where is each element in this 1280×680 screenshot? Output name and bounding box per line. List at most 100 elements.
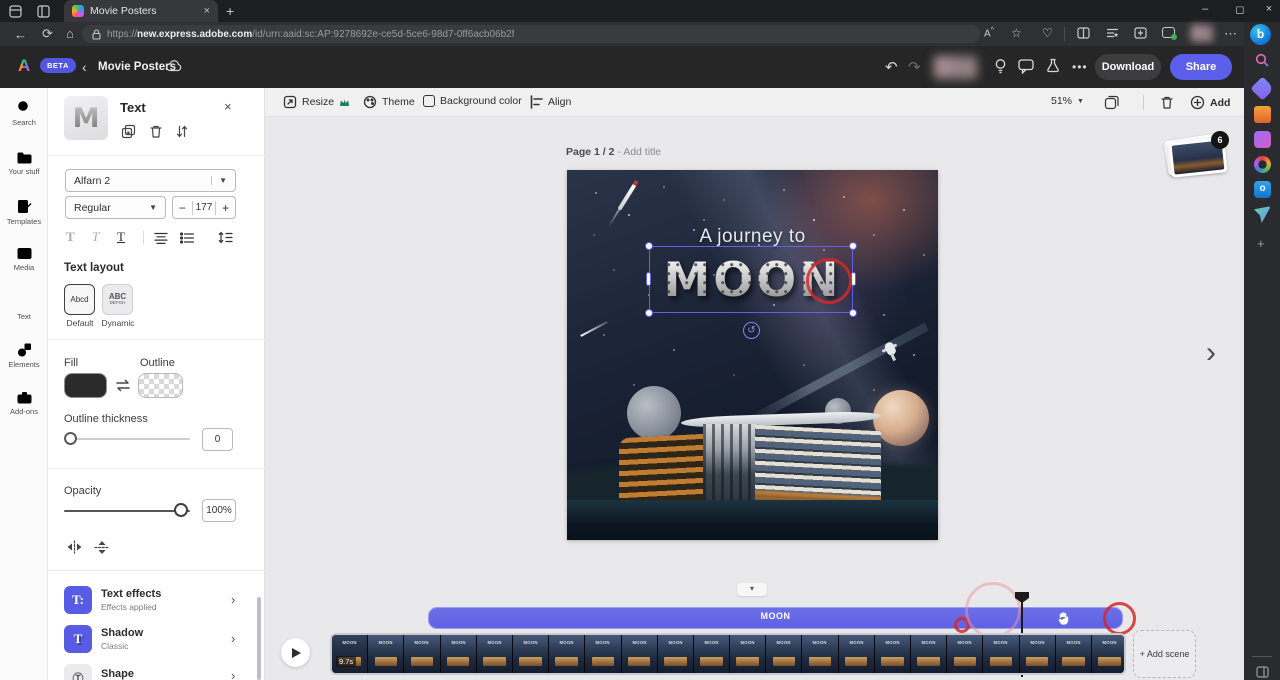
poster-subtitle-text[interactable]: A journey to [567,226,938,248]
shape-row[interactable]: Ⓣ Shape › [64,664,244,680]
filmstrip-frame[interactable]: MOON [513,635,548,673]
decrease-size-button[interactable]: − [173,201,193,215]
collapse-panel-button[interactable]: ▾ [737,583,767,596]
panel-scrollbar[interactable] [257,597,261,680]
rail-item-media[interactable]: Media [0,246,48,272]
tab-close-icon[interactable]: × [204,6,210,17]
shadow-row[interactable]: T Shadow Classic › [64,625,244,653]
next-page-chevron[interactable]: › [1206,336,1216,370]
filmstrip-frame[interactable]: MOON [839,635,874,673]
outline-swatch[interactable] [138,373,183,398]
url-bar[interactable]: https://new.express.adobe.com/id/urn:aai… [82,25,980,43]
duplicate-icon[interactable] [121,124,136,139]
tab-groups-icon[interactable] [1134,27,1147,39]
font-size-value[interactable]: 177 [193,202,216,213]
browser-tab[interactable]: Movie Posters × [64,0,218,22]
filmstrip-frame[interactable]: MOON [404,635,439,673]
layout-default-option[interactable]: Abcd [64,284,95,315]
flip-vertical-icon[interactable] [94,540,110,555]
filmstrip-frame[interactable]: MOON [1092,635,1126,673]
add-button[interactable]: Add [1190,95,1230,110]
bing-icon[interactable]: b [1250,24,1271,45]
outline-thickness-value[interactable]: 0 [202,428,233,451]
filmstrip-frame[interactable]: MOON [332,635,367,673]
filmstrip-frame[interactable]: MOON [549,635,584,673]
play-button[interactable] [281,638,310,667]
browser-menu-icon[interactable]: ⋯ [1224,27,1237,40]
arrange-icon[interactable] [175,124,189,139]
selection-handle-ne[interactable] [849,242,857,250]
italic-button[interactable]: T [92,229,99,245]
increase-size-button[interactable]: + [215,201,235,215]
zoom-control[interactable]: 51% ▼ [1051,95,1084,107]
panel-close-icon[interactable]: × [224,99,232,114]
express-profile-avatar[interactable] [934,56,977,79]
filmstrip-frame[interactable]: MOON [694,635,729,673]
selection-handle-nw[interactable] [645,242,653,250]
filmstrip-frame[interactable]: MOON [875,635,910,673]
back-chevron-icon[interactable]: ‹ [82,59,87,75]
outline-thickness-knob[interactable] [64,432,77,445]
split-screen-icon[interactable] [1077,27,1090,39]
filmstrip-frame[interactable]: MOON [585,635,620,673]
delete-page-icon[interactable] [1160,95,1174,110]
collections-icon[interactable] [1106,27,1119,39]
filmstrip-frame[interactable]: MOON [947,635,982,673]
filmstrip-frame[interactable]: MOON [1020,635,1055,673]
font-weight-select[interactable]: Regular ▼ [65,196,166,219]
selection-handle-sw[interactable] [645,309,653,317]
page-title-placeholder[interactable]: - Add title [617,146,661,158]
window-close-button[interactable]: × [1260,3,1278,15]
filmstrip-frame[interactable]: MOON [983,635,1018,673]
comment-icon[interactable] [1018,59,1034,74]
text-effects-row[interactable]: T: Text effects Effects applied › [64,586,244,614]
rotate-handle[interactable]: ↺ [743,322,760,339]
sidebar-designer-icon[interactable] [1254,156,1271,173]
underline-button[interactable]: T [117,229,125,245]
outline-thickness-slider[interactable] [64,438,190,440]
wallet-icon[interactable] [1162,27,1175,38]
filmstrip-frame[interactable]: MOON [730,635,765,673]
refresh-icon[interactable]: ⟳ [42,27,53,40]
font-family-select[interactable]: Alfarn 2 ▼ [65,169,236,192]
background-color-button[interactable]: Background color [423,95,522,107]
swap-fill-outline-icon[interactable] [115,378,132,393]
redo-icon[interactable]: ↷ [908,58,921,76]
sidebar-shopping-bag-icon[interactable] [1254,106,1271,123]
rail-item-templates[interactable]: Templates [0,198,48,226]
line-spacing-icon[interactable] [218,231,233,244]
new-tab-button[interactable]: + [226,3,234,19]
sidebar-outlook-icon[interactable]: o [1254,181,1271,198]
add-scene-button[interactable]: + Add scene [1133,630,1196,678]
filmstrip[interactable]: MOONMOONMOONMOONMOONMOONMOONMOONMOONMOON… [330,633,1126,675]
window-maximize-button[interactable]: ◻ [1231,3,1249,16]
page-label[interactable]: Page 1 / 2 - Add title [566,146,661,158]
list-icon[interactable] [180,232,194,244]
selection-handle-se[interactable] [849,309,857,317]
more-options-icon[interactable]: ••• [1072,60,1088,74]
home-icon[interactable]: ⌂ [66,27,74,40]
lightbulb-icon[interactable] [993,58,1008,75]
filmstrip-frame[interactable]: MOON [658,635,693,673]
resize-button[interactable]: Resize [283,95,350,109]
filmstrip-frame[interactable]: MOON [1056,635,1091,673]
sidebar-toggle-icon[interactable] [1256,666,1269,678]
delete-icon[interactable] [149,124,163,139]
text-align-icon[interactable] [154,232,168,244]
vertical-tabs-icon[interactable] [37,5,50,18]
cloud-sync-icon[interactable] [166,59,183,72]
align-button[interactable]: Align [530,95,571,109]
filmstrip-frame[interactable]: MOON [477,635,512,673]
opacity-value[interactable]: 100% [202,499,236,522]
selection-handle-w[interactable] [646,272,651,286]
sidebar-games-icon[interactable] [1254,131,1271,148]
sidebar-add-icon[interactable]: + [1257,236,1265,251]
filmstrip-frame[interactable]: MOON [622,635,657,673]
fill-swatch[interactable] [64,373,107,398]
workspaces-icon[interactable] [9,5,22,18]
filmstrip-frame[interactable]: MOON [766,635,801,673]
share-button[interactable]: Share [1170,54,1232,80]
poster-canvas[interactable]: A journey to MOON ↺ [567,170,938,540]
rail-item-elements[interactable]: Elements [0,342,48,369]
download-button[interactable]: Download [1095,54,1161,80]
